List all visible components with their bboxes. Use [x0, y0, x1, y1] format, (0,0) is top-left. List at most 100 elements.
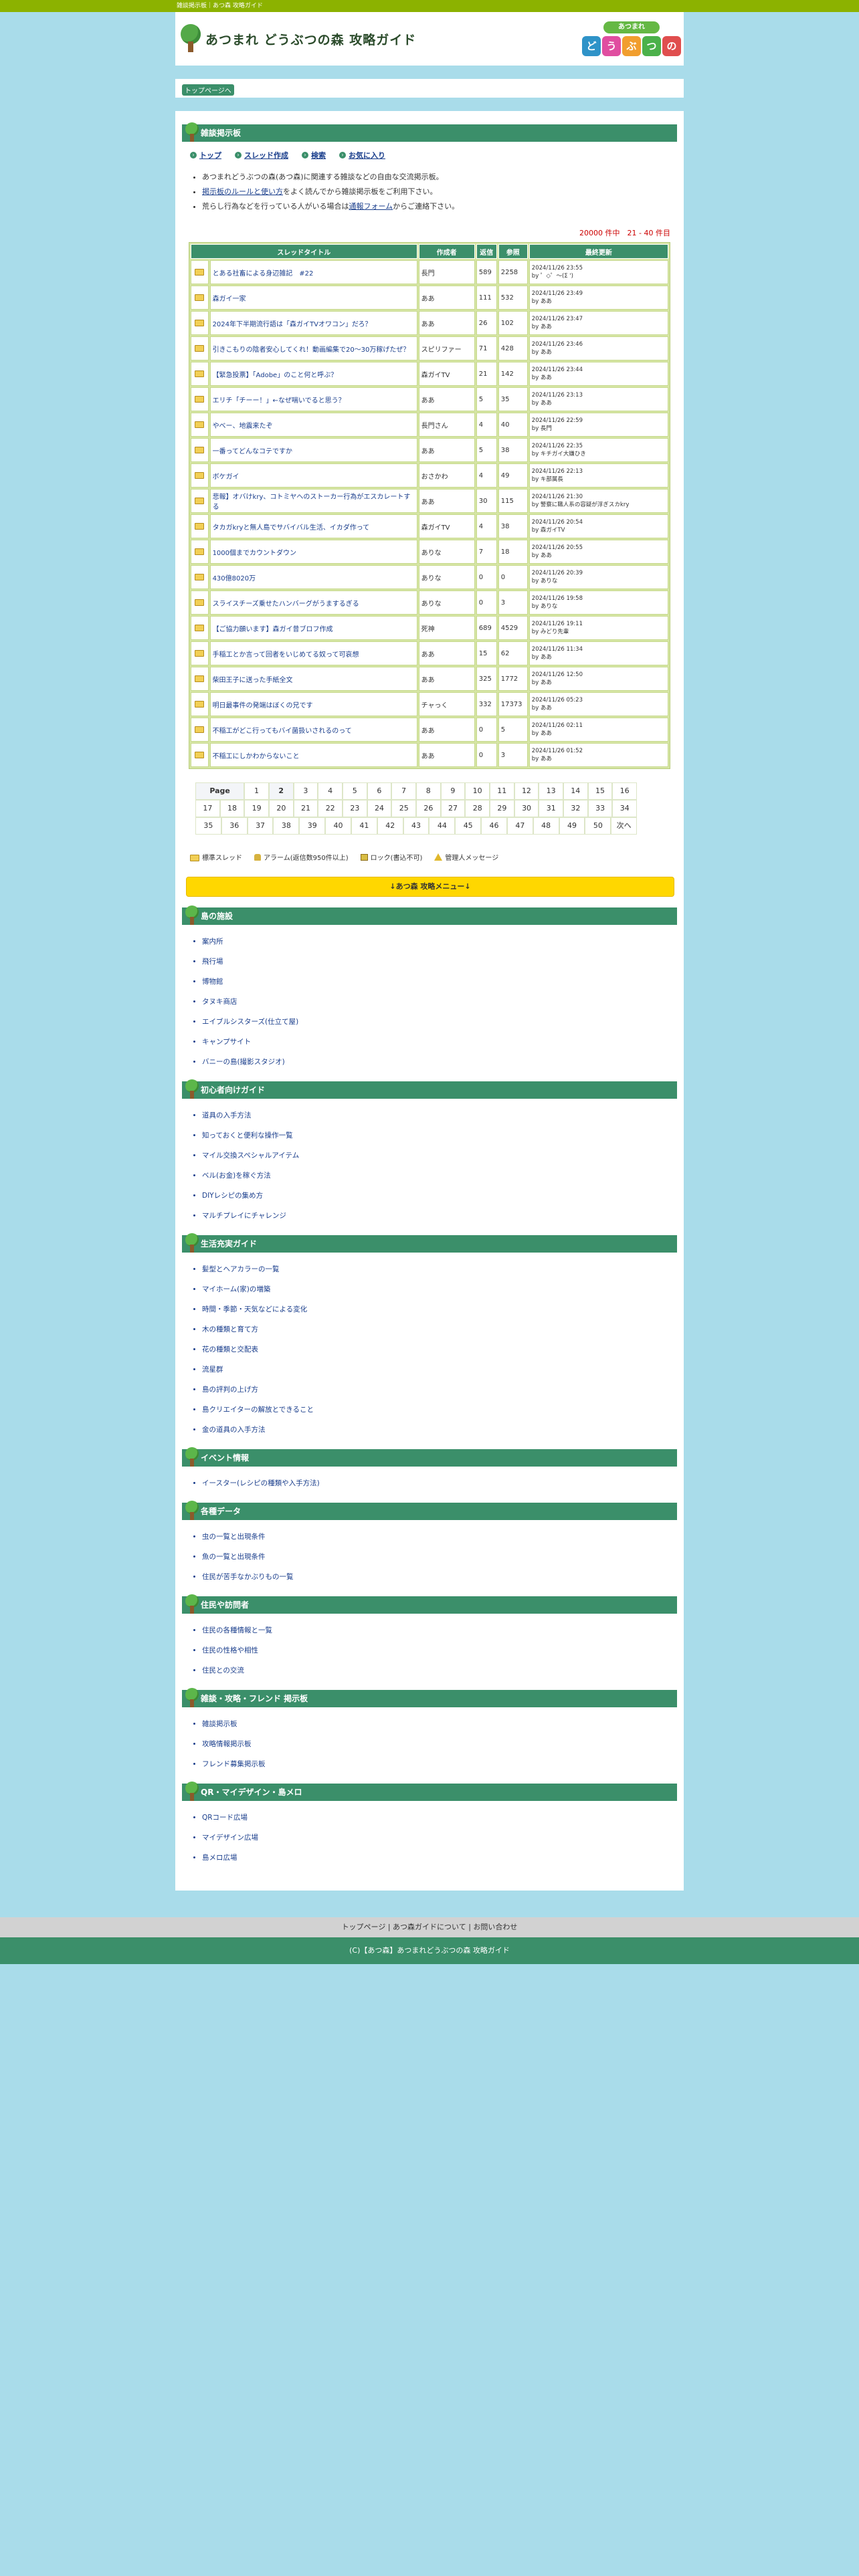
thread-title[interactable]: タカガkryと無人島でサバイバル生活、イカダ作って: [209, 514, 417, 538]
thread-title[interactable]: 不稲工にしかわからないこと: [209, 743, 417, 767]
table-row[interactable]: スライスチーズ乗せたハンバーグがうまするぎる ありな 0 3 2024/11/26 19…: [191, 591, 668, 615]
site-logo[interactable]: あつまれ どうぶつの森 攻略ガイド: [179, 24, 416, 53]
thread-title[interactable]: スライスチーズ乗せたハンバーグがうまするぎる: [209, 591, 417, 615]
menu-link[interactable]: 時間・季節・天気などによる変化: [202, 1299, 677, 1319]
menu-link[interactable]: ベル(お金)を稼ぐ方法: [202, 1166, 677, 1186]
menu-link[interactable]: キャンプサイト: [202, 1032, 677, 1052]
nav-link[interactable]: お気に入り: [349, 150, 385, 160]
table-row[interactable]: とある社畜による身辺雑記 #22 長門 589 2258 2024/11/26 23:5…: [191, 260, 668, 284]
pager-page[interactable]: 44: [429, 817, 456, 835]
table-row[interactable]: 430億8020万 ありな 0 0 2024/11/26 20:39 by ありな: [191, 565, 668, 589]
breadcrumb[interactable]: トップページへ: [182, 84, 234, 96]
pager-page[interactable]: 20: [269, 800, 294, 817]
pager-page[interactable]: 14: [563, 782, 588, 800]
table-row[interactable]: 1000個までカウントダウン ありな 7 18 2024/11/26 20:55 by あ…: [191, 540, 668, 564]
menu-link[interactable]: 攻略情報掲示板: [202, 1734, 677, 1754]
menu-link[interactable]: DIYレシピの集め方: [202, 1186, 677, 1206]
thread-title[interactable]: 不稲工がどこ行ってもバイ菌扱いされるのって: [209, 718, 417, 742]
table-row[interactable]: 森ガイ一家 ああ 111 532 2024/11/26 23:49 by ああ: [191, 286, 668, 310]
menu-link[interactable]: マイデザイン広場: [202, 1828, 677, 1848]
table-row[interactable]: 【ご協力願います】森ガイ昔ブロフ作成 死神 689 4529 2024/11/26 19…: [191, 616, 668, 640]
pager-page[interactable]: 27: [440, 800, 466, 817]
nav-top[interactable]: › トップ: [190, 150, 221, 160]
nav-create-thread[interactable]: › スレッド作成: [235, 150, 288, 160]
thread-title[interactable]: ボケガイ: [209, 463, 417, 488]
pager-page[interactable]: 4: [318, 782, 343, 800]
pager-page[interactable]: 15: [587, 782, 613, 800]
pager-page[interactable]: 40: [325, 817, 351, 835]
pager-page[interactable]: 50: [585, 817, 611, 835]
menu-link[interactable]: 髪型とヘアカラーの一覧: [202, 1259, 677, 1279]
pager-page[interactable]: 48: [533, 817, 559, 835]
pager-page[interactable]: 21: [293, 800, 318, 817]
pager-page[interactable]: 19: [244, 800, 270, 817]
pager-page[interactable]: 46: [481, 817, 507, 835]
pager-page[interactable]: 8: [415, 782, 441, 800]
pager-page[interactable]: 7: [391, 782, 416, 800]
pager-page[interactable]: 35: [195, 817, 221, 835]
guide-menu-button[interactable]: ↓あつ森 攻略メニュー↓: [186, 877, 674, 897]
pager-page[interactable]: 42: [377, 817, 403, 835]
menu-link[interactable]: 金の道具の入手方法: [202, 1420, 677, 1440]
nav-link[interactable]: スレッド作成: [244, 150, 288, 160]
menu-link[interactable]: 住民との交流: [202, 1660, 677, 1681]
pager-page[interactable]: 32: [563, 800, 588, 817]
table-row[interactable]: タカガkryと無人島でサバイバル生活、イカダ作って 森ガイTV 4 38 2024/11…: [191, 514, 668, 538]
menu-link[interactable]: QRコード広場: [202, 1808, 677, 1828]
thread-title[interactable]: 森ガイ一家: [209, 286, 417, 310]
menu-link[interactable]: 雑談掲示板: [202, 1714, 677, 1734]
menu-link[interactable]: 木の種類と育て方: [202, 1319, 677, 1339]
thread-title[interactable]: 手稲工とか言って回者をいじめてる奴って可哀想: [209, 641, 417, 665]
pager-page[interactable]: 47: [506, 817, 533, 835]
thread-title[interactable]: 【緊急投票】「Adobe」のこと何と呼ぶ？: [209, 362, 417, 386]
table-row[interactable]: 引きこもりの陰者安心してくれ！動画編集で20〜30万稼げたぜ？ スピリファー 71 4…: [191, 336, 668, 360]
thread-title[interactable]: とある社畜による身辺雑記 #22: [209, 260, 417, 284]
pager-page[interactable]: 24: [367, 800, 392, 817]
menu-link[interactable]: 虫の一覧と出現条件: [202, 1527, 677, 1547]
menu-link[interactable]: 島クリエイターの解放とできること: [202, 1400, 677, 1420]
menu-link[interactable]: 島の評判の上げ方: [202, 1380, 677, 1400]
menu-link[interactable]: タヌキ商店: [202, 992, 677, 1012]
menu-link[interactable]: 飛行場: [202, 952, 677, 972]
pager-page[interactable]: 36: [221, 817, 248, 835]
footer-links[interactable]: トップページ | あつ森ガイドについて | お問い合わせ: [0, 1917, 859, 1937]
menu-link[interactable]: エイブルシスターズ(仕立て屋): [202, 1012, 677, 1032]
table-row[interactable]: 一番ってどんなコテですか ああ 5 38 2024/11/26 22:35 by キチガイ…: [191, 438, 668, 462]
pager-page[interactable]: 33: [587, 800, 613, 817]
menu-link[interactable]: バニーの島(撮影スタジオ): [202, 1052, 677, 1072]
pager-page[interactable]: 29: [490, 800, 514, 817]
table-row[interactable]: 悲報】オバけkry、コトミヤへのストーカー行為がエスカレートする ああ 30 115 2…: [191, 489, 668, 513]
table-row[interactable]: 手稲工とか言って回者をいじめてる奴って可哀想 ああ 15 62 2024/11/26 1…: [191, 641, 668, 665]
nav-link[interactable]: 検索: [311, 150, 326, 160]
pager-page[interactable]: 13: [539, 782, 563, 800]
thread-title[interactable]: 2024年下半期流行語は「森ガイTVオワコン」だろ？: [209, 311, 417, 335]
pager-page[interactable]: 38: [273, 817, 300, 835]
menu-link[interactable]: 博物館: [202, 972, 677, 992]
pager-page[interactable]: 9: [440, 782, 466, 800]
menu-link[interactable]: マイル交換スペシャルアイテム: [202, 1146, 677, 1166]
pager-page[interactable]: 22: [318, 800, 343, 817]
menu-link[interactable]: 花の種類と交配表: [202, 1339, 677, 1360]
table-row[interactable]: エリチ「チーー！」←なぜ喘いでると思う？ ああ 5 35 2024/11/26 23:1…: [191, 387, 668, 411]
note-link[interactable]: 通報フォーム: [349, 202, 393, 211]
pager-page[interactable]: 41: [351, 817, 377, 835]
note-link[interactable]: 掲示板のルールと使い方: [202, 187, 283, 196]
nav-favorites[interactable]: › お気に入り: [339, 150, 385, 160]
menu-link[interactable]: 島メロ広場: [202, 1848, 677, 1868]
menu-link[interactable]: 魚の一覧と出現条件: [202, 1547, 677, 1567]
thread-title[interactable]: 悲報】オバけkry、コトミヤへのストーカー行為がエスカレートする: [209, 489, 417, 513]
pager-page[interactable]: 34: [612, 800, 638, 817]
table-row[interactable]: 2024年下半期流行語は「森ガイTVオワコン」だろ？ ああ 26 102 2024/11…: [191, 311, 668, 335]
pager-page[interactable]: 23: [343, 800, 367, 817]
menu-link[interactable]: マルチプレイにチャレンジ: [202, 1206, 677, 1226]
menu-link[interactable]: イースター(レシピの種類や入手方法): [202, 1473, 677, 1493]
menu-link[interactable]: マイホーム(家)の増築: [202, 1279, 677, 1299]
pager-page[interactable]: 45: [455, 817, 482, 835]
pager-page[interactable]: 39: [299, 817, 326, 835]
pager-page[interactable]: 12: [514, 782, 539, 800]
thread-title[interactable]: 一番ってどんなコテですか: [209, 438, 417, 462]
thread-title[interactable]: 柴田王子に送った手紙全文: [209, 667, 417, 691]
pager-page[interactable]: 17: [195, 800, 220, 817]
menu-link[interactable]: 知っておくと便利な操作一覧: [202, 1125, 677, 1146]
menu-link[interactable]: 道具の入手方法: [202, 1105, 677, 1125]
